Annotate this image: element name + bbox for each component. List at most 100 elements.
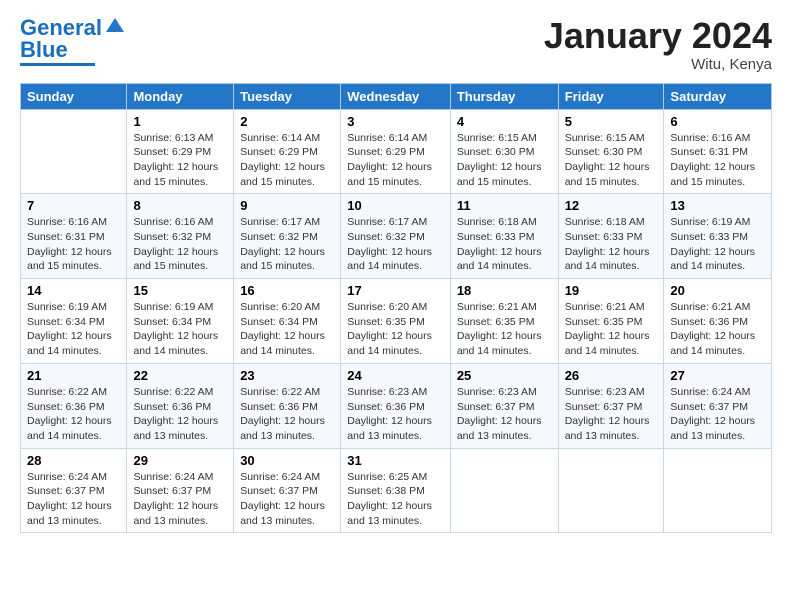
calendar-cell: 26 Sunrise: 6:23 AMSunset: 6:37 PMDayligh… xyxy=(558,363,664,448)
day-info: Sunrise: 6:14 AMSunset: 6:29 PMDaylight:… xyxy=(347,131,444,190)
calendar-cell xyxy=(21,109,127,194)
day-info: Sunrise: 6:25 AMSunset: 6:38 PMDaylight:… xyxy=(347,470,444,529)
calendar-cell: 21Sunrise: 6:22 AMSunset: 6:36 PMDayligh… xyxy=(21,363,127,448)
day-number: 3 xyxy=(347,114,444,129)
day-info: Sunrise: 6:22 AMSunset: 6:36 PMDaylight:… xyxy=(240,385,334,444)
day-header-thursday: Thursday xyxy=(450,83,558,109)
day-info: Sunrise: 6:24 AMSunset: 6:37 PMDaylight:… xyxy=(27,470,120,529)
day-info: Sunrise: 6:23 AMSunset: 6:37 PMDaylight:… xyxy=(457,385,552,444)
day-header-saturday: Saturday xyxy=(664,83,772,109)
calendar-cell: 12Sunrise: 6:18 AMSunset: 6:33 PMDayligh… xyxy=(558,194,664,279)
day-number: 1 xyxy=(133,114,227,129)
calendar-cell: 31 Sunrise: 6:25 AMSunset: 6:38 PMDayligh… xyxy=(341,448,451,533)
day-number: 29 xyxy=(133,453,227,468)
calendar-cell: 5Sunrise: 6:15 AMSunset: 6:30 PMDaylight… xyxy=(558,109,664,194)
day-number: 23 xyxy=(240,368,334,383)
day-info: Sunrise: 6:24 AMSunset: 6:37 PMDaylight:… xyxy=(133,470,227,529)
calendar-cell xyxy=(664,448,772,533)
day-info: Sunrise: 6:17 AMSunset: 6:32 PMDaylight:… xyxy=(347,215,444,274)
day-info: Sunrise: 6:21 AMSunset: 6:35 PMDaylight:… xyxy=(565,300,658,359)
day-number: 16 xyxy=(240,283,334,298)
day-number: 2 xyxy=(240,114,334,129)
day-info: Sunrise: 6:18 AMSunset: 6:33 PMDaylight:… xyxy=(457,215,552,274)
logo-general: General xyxy=(20,17,102,39)
day-number: 17 xyxy=(347,283,444,298)
header: General Blue January 2024 Witu, Kenya xyxy=(20,16,772,73)
day-number: 11 xyxy=(457,198,552,213)
day-number: 18 xyxy=(457,283,552,298)
day-info: Sunrise: 6:17 AMSunset: 6:32 PMDaylight:… xyxy=(240,215,334,274)
calendar-cell: 1 Sunrise: 6:13 AMSunset: 6:29 PMDaylight… xyxy=(127,109,234,194)
day-number: 12 xyxy=(565,198,658,213)
day-info: Sunrise: 6:22 AMSunset: 6:36 PMDaylight:… xyxy=(133,385,227,444)
day-number: 31 xyxy=(347,453,444,468)
day-info: Sunrise: 6:14 AMSunset: 6:29 PMDaylight:… xyxy=(240,131,334,190)
day-number: 28 xyxy=(27,453,120,468)
page: General Blue January 2024 Witu, Kenya Su… xyxy=(0,0,792,612)
day-info: Sunrise: 6:21 AMSunset: 6:35 PMDaylight:… xyxy=(457,300,552,359)
calendar-cell: 4 Sunrise: 6:15 AMSunset: 6:30 PMDaylight… xyxy=(450,109,558,194)
calendar-cell: 23 Sunrise: 6:22 AMSunset: 6:36 PMDayligh… xyxy=(234,363,341,448)
calendar-cell: 6 Sunrise: 6:16 AMSunset: 6:31 PMDaylight… xyxy=(664,109,772,194)
day-info: Sunrise: 6:24 AMSunset: 6:37 PMDaylight:… xyxy=(670,385,765,444)
day-header-wednesday: Wednesday xyxy=(341,83,451,109)
day-info: Sunrise: 6:16 AMSunset: 6:32 PMDaylight:… xyxy=(133,215,227,274)
calendar-table: SundayMondayTuesdayWednesdayThursdayFrid… xyxy=(20,83,772,534)
day-info: Sunrise: 6:16 AMSunset: 6:31 PMDaylight:… xyxy=(27,215,120,274)
day-info: Sunrise: 6:23 AMSunset: 6:37 PMDaylight:… xyxy=(565,385,658,444)
day-info: Sunrise: 6:23 AMSunset: 6:36 PMDaylight:… xyxy=(347,385,444,444)
calendar-cell: 3 Sunrise: 6:14 AMSunset: 6:29 PMDaylight… xyxy=(341,109,451,194)
calendar-cell: 15 Sunrise: 6:19 AMSunset: 6:34 PMDayligh… xyxy=(127,279,234,364)
calendar-cell: 19 Sunrise: 6:21 AMSunset: 6:35 PMDayligh… xyxy=(558,279,664,364)
day-info: Sunrise: 6:22 AMSunset: 6:36 PMDaylight:… xyxy=(27,385,120,444)
calendar-week-row: 1 Sunrise: 6:13 AMSunset: 6:29 PMDaylight… xyxy=(21,109,772,194)
day-number: 25 xyxy=(457,368,552,383)
day-number: 10 xyxy=(347,198,444,213)
day-info: Sunrise: 6:15 AMSunset: 6:30 PMDaylight:… xyxy=(457,131,552,190)
calendar-cell: 11 Sunrise: 6:18 AMSunset: 6:33 PMDayligh… xyxy=(450,194,558,279)
day-number: 15 xyxy=(133,283,227,298)
calendar-cell: 18 Sunrise: 6:21 AMSunset: 6:35 PMDayligh… xyxy=(450,279,558,364)
calendar-cell xyxy=(558,448,664,533)
day-number: 22 xyxy=(133,368,227,383)
calendar-week-row: 14 Sunrise: 6:19 AMSunset: 6:34 PMDayligh… xyxy=(21,279,772,364)
calendar-cell xyxy=(450,448,558,533)
day-info: Sunrise: 6:19 AMSunset: 6:33 PMDaylight:… xyxy=(670,215,765,274)
month-title: January 2024 xyxy=(544,16,772,56)
calendar-cell: 9 Sunrise: 6:17 AMSunset: 6:32 PMDaylight… xyxy=(234,194,341,279)
day-number: 20 xyxy=(670,283,765,298)
calendar-cell: 30 Sunrise: 6:24 AMSunset: 6:37 PMDayligh… xyxy=(234,448,341,533)
day-number: 26 xyxy=(565,368,658,383)
calendar-week-row: 28 Sunrise: 6:24 AMSunset: 6:37 PMDayligh… xyxy=(21,448,772,533)
day-number: 6 xyxy=(670,114,765,129)
calendar-cell: 10 Sunrise: 6:17 AMSunset: 6:32 PMDayligh… xyxy=(341,194,451,279)
logo: General Blue xyxy=(20,16,124,66)
calendar-cell: 8 Sunrise: 6:16 AMSunset: 6:32 PMDaylight… xyxy=(127,194,234,279)
calendar-cell: 16Sunrise: 6:20 AMSunset: 6:34 PMDayligh… xyxy=(234,279,341,364)
day-info: Sunrise: 6:16 AMSunset: 6:31 PMDaylight:… xyxy=(670,131,765,190)
day-number: 4 xyxy=(457,114,552,129)
calendar-week-row: 21Sunrise: 6:22 AMSunset: 6:36 PMDayligh… xyxy=(21,363,772,448)
calendar-cell: 2 Sunrise: 6:14 AMSunset: 6:29 PMDaylight… xyxy=(234,109,341,194)
day-number: 9 xyxy=(240,198,334,213)
day-info: Sunrise: 6:19 AMSunset: 6:34 PMDaylight:… xyxy=(133,300,227,359)
day-number: 19 xyxy=(565,283,658,298)
day-number: 7 xyxy=(27,198,120,213)
day-info: Sunrise: 6:19 AMSunset: 6:34 PMDaylight:… xyxy=(27,300,120,359)
day-header-sunday: Sunday xyxy=(21,83,127,109)
calendar-cell: 27Sunrise: 6:24 AMSunset: 6:37 PMDayligh… xyxy=(664,363,772,448)
calendar-cell: 25 Sunrise: 6:23 AMSunset: 6:37 PMDayligh… xyxy=(450,363,558,448)
day-number: 24 xyxy=(347,368,444,383)
day-info: Sunrise: 6:21 AMSunset: 6:36 PMDaylight:… xyxy=(670,300,765,359)
calendar-cell: 17Sunrise: 6:20 AMSunset: 6:35 PMDayligh… xyxy=(341,279,451,364)
day-info: Sunrise: 6:24 AMSunset: 6:37 PMDaylight:… xyxy=(240,470,334,529)
calendar-cell: 24 Sunrise: 6:23 AMSunset: 6:36 PMDayligh… xyxy=(341,363,451,448)
day-number: 14 xyxy=(27,283,120,298)
calendar-cell: 14 Sunrise: 6:19 AMSunset: 6:34 PMDayligh… xyxy=(21,279,127,364)
calendar-week-row: 7 Sunrise: 6:16 AMSunset: 6:31 PMDaylight… xyxy=(21,194,772,279)
calendar-cell: 13Sunrise: 6:19 AMSunset: 6:33 PMDayligh… xyxy=(664,194,772,279)
logo-general-blue: General xyxy=(20,15,102,40)
day-number: 30 xyxy=(240,453,334,468)
day-info: Sunrise: 6:13 AMSunset: 6:29 PMDaylight:… xyxy=(133,131,227,190)
day-number: 8 xyxy=(133,198,227,213)
